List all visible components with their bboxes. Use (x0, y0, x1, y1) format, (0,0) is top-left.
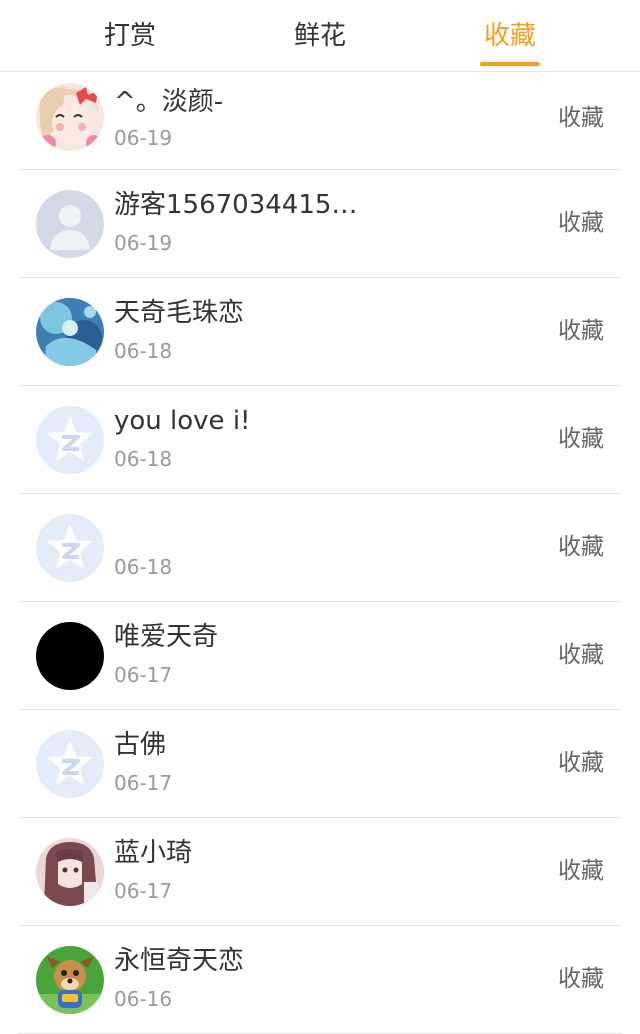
date-label: 06-18 (114, 555, 173, 579)
tab-reward[interactable]: 打赏 (70, 18, 190, 58)
qzone-star-avatar[interactable] (36, 730, 104, 798)
cartoon-dog-avatar[interactable] (36, 946, 104, 1014)
user-name: 蓝小琦 (114, 838, 193, 868)
list-item[interactable]: 天奇毛珠恋 06-18 收藏 (18, 278, 622, 386)
active-tab-indicator (480, 62, 540, 66)
date-label: 06-19 (114, 231, 173, 255)
date-label: 06-17 (114, 663, 173, 687)
anime-long-hair-avatar[interactable] (36, 838, 104, 906)
user-name: 游客1567034415… (114, 190, 358, 220)
list-item[interactable]: 永恒奇天恋 06-16 收藏 (18, 926, 622, 1034)
favorites-list: ^。淡颜- 06-19 收藏 游客1567034415… 06-19 收藏 天奇… (0, 73, 640, 1034)
date-label: 06-16 (114, 987, 173, 1011)
favorite-button[interactable]: 收藏 (558, 208, 604, 238)
list-item[interactable]: 唯爱天奇 06-17 收藏 (18, 602, 622, 710)
qzone-star-avatar[interactable] (36, 514, 104, 582)
list-item[interactable]: 古佛 06-17 收藏 (18, 710, 622, 818)
tab-favorites[interactable]: 收藏 (450, 18, 570, 66)
tab-flowers-label: 鲜花 (293, 21, 346, 51)
tab-flowers[interactable]: 鲜花 (260, 18, 380, 58)
favorite-button[interactable]: 收藏 (558, 103, 604, 133)
favorite-button[interactable]: 收藏 (558, 640, 604, 670)
anime-girl-bow-avatar[interactable] (36, 83, 104, 151)
date-label: 06-18 (114, 447, 173, 471)
favorite-button[interactable]: 收藏 (558, 856, 604, 886)
date-label: 06-18 (114, 339, 173, 363)
list-item[interactable]: 游客1567034415… 06-19 收藏 (18, 170, 622, 278)
user-name: you love i! (114, 406, 251, 436)
date-label: 06-19 (114, 126, 173, 150)
qzone-star-avatar[interactable] (36, 406, 104, 474)
favorite-button[interactable]: 收藏 (558, 424, 604, 454)
default-person-avatar[interactable] (36, 190, 104, 258)
user-name: 唯爱天奇 (114, 622, 219, 652)
user-name: 天奇毛珠恋 (114, 298, 245, 328)
favorite-button[interactable]: 收藏 (558, 316, 604, 346)
favorite-button[interactable]: 收藏 (558, 748, 604, 778)
user-name: 永恒奇天恋 (114, 946, 245, 976)
favorite-button[interactable]: 收藏 (558, 964, 604, 994)
user-name: 古佛 (114, 730, 167, 760)
date-label: 06-17 (114, 879, 173, 903)
list-item[interactable]: 06-18 收藏 (18, 494, 622, 602)
list-item[interactable]: ^。淡颜- 06-19 收藏 (18, 73, 622, 170)
black-avatar[interactable] (36, 622, 104, 690)
user-name: ^。淡颜- (114, 87, 224, 117)
list-item[interactable]: 蓝小琦 06-17 收藏 (18, 818, 622, 926)
tab-reward-label: 打赏 (103, 21, 156, 51)
favorite-button[interactable]: 收藏 (558, 532, 604, 562)
tab-bar: 打赏 鲜花 收藏 (0, 0, 640, 72)
list-item[interactable]: you love i! 06-18 收藏 (18, 386, 622, 494)
blue-anime-avatar[interactable] (36, 298, 104, 366)
tab-favorites-label: 收藏 (483, 21, 536, 51)
date-label: 06-17 (114, 771, 173, 795)
